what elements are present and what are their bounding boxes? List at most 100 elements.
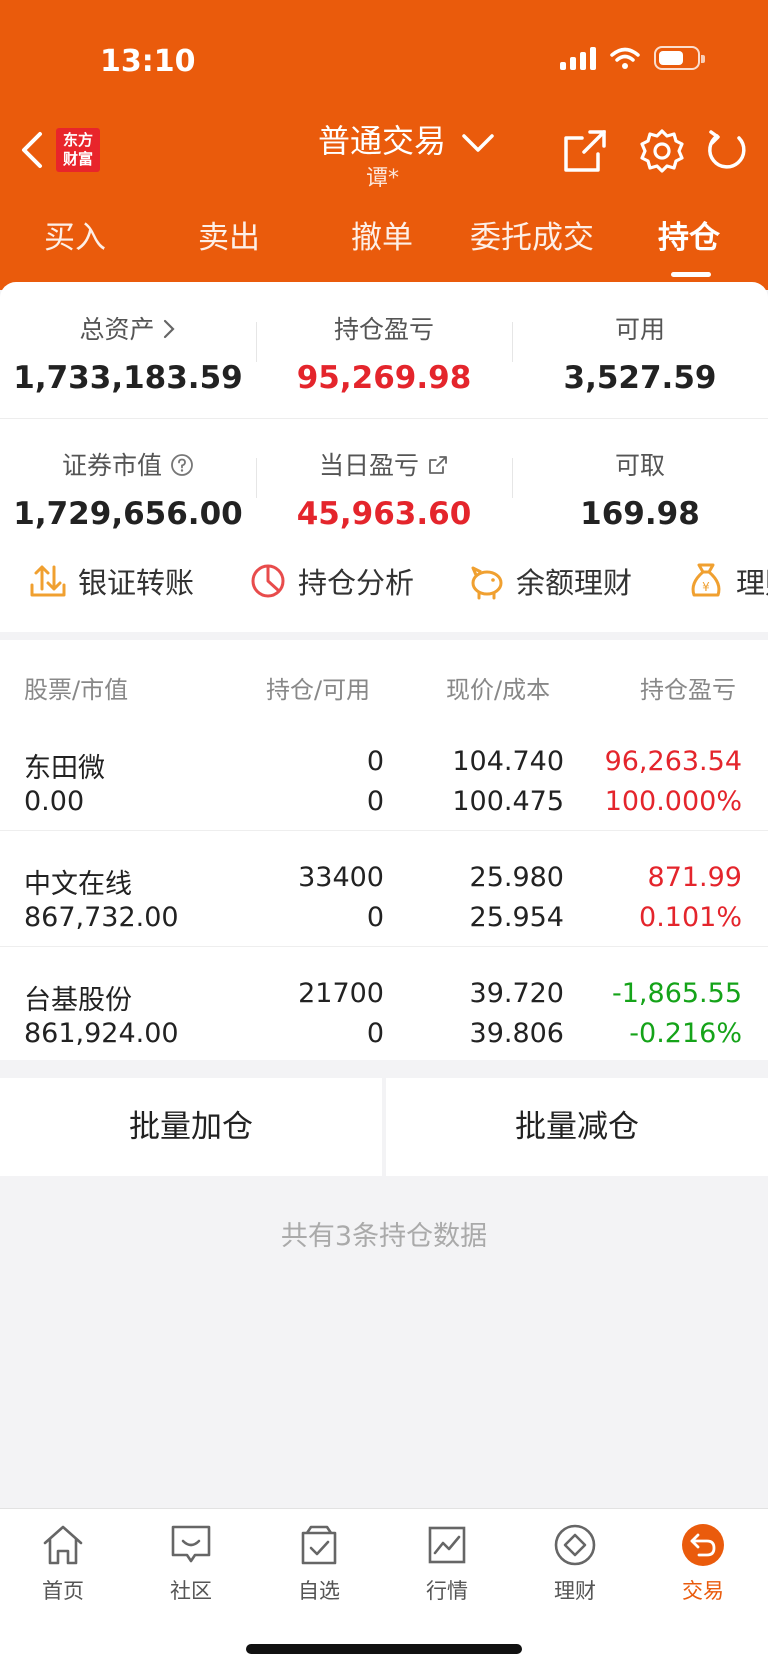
account-selector[interactable]: 普通交易 谭*: [300, 116, 494, 191]
position-pnl-label: 持仓盈亏: [333, 315, 434, 344]
tab-sell[interactable]: 卖出: [198, 212, 260, 257]
wifi-icon: [610, 47, 640, 69]
stock-price: 39.720: [469, 978, 564, 1009]
trade-icon: [682, 1524, 724, 1566]
transfer-icon: [30, 565, 66, 597]
tab-cancel[interactable]: 撤单: [351, 212, 413, 257]
brand-logo[interactable]: 东方财富: [56, 128, 100, 172]
chevron-right-icon: [164, 319, 176, 339]
table-row[interactable]: 台基股份 861,924.00 21700 0 39.720 39.806 -1…: [0, 968, 768, 1084]
stock-price: 25.980: [469, 862, 564, 893]
nav-home[interactable]: 首页: [13, 1521, 113, 1605]
available-cell: 可用 3,527.59: [512, 310, 768, 396]
page-title: 普通交易: [318, 122, 447, 160]
stock-market-value: 867,732.00: [24, 902, 179, 933]
account-name: 谭*: [366, 166, 400, 191]
stock-name: 中文在线: [24, 869, 132, 900]
daily-pnl-label: 当日盈亏: [319, 451, 420, 480]
quick-action-balance-wealth[interactable]: 余额理财: [466, 560, 632, 602]
stock-market-value: 0.00: [24, 786, 85, 817]
divider: [0, 830, 768, 831]
stock-pnl: -1,865.55: [612, 978, 742, 1009]
holdings-table: 股票/市值 持仓/可用 现价/成本 持仓盈亏 东田微 0.00 0 0 104.…: [0, 640, 768, 1060]
daily-pnl-cell[interactable]: 当日盈亏 45,963.60: [256, 446, 512, 532]
withdrawable-value: 169.98: [580, 496, 700, 532]
available-value: 3,527.59: [563, 360, 717, 396]
position-pnl-value: 95,269.98: [296, 360, 472, 396]
stock-available: 0: [366, 786, 384, 817]
market-value-value: 1,729,656.00: [13, 496, 243, 532]
pie-chart-icon: [251, 564, 285, 598]
battery-icon: [654, 46, 705, 70]
stock-market-value: 861,924.00: [24, 1018, 179, 1049]
market-value-label: 证券市值: [62, 451, 163, 480]
market-chart-icon: [428, 1526, 466, 1564]
market-value-cell: 证券市值 1,729,656.00: [0, 446, 256, 532]
column-header-price: 现价/成本: [446, 676, 551, 704]
quick-action-bank-transfer[interactable]: 银证转账: [28, 560, 194, 602]
column-header-stock: 股票/市值: [24, 676, 129, 704]
table-row[interactable]: 东田微 0.00 0 0 104.740 100.475 96,263.54 1…: [0, 736, 768, 852]
help-icon[interactable]: [170, 453, 194, 477]
stock-cost: 100.475: [452, 786, 564, 817]
total-assets-cell[interactable]: 总资产 1,733,183.59: [0, 310, 256, 396]
stock-pnl: 96,263.54: [604, 746, 742, 777]
column-header-pnl: 持仓盈亏: [640, 676, 736, 704]
quick-action-label: 银证转账: [78, 566, 195, 600]
stock-pnl-pct: -0.216%: [629, 1018, 742, 1049]
watchlist-icon: [301, 1525, 337, 1565]
stock-pnl-pct: 100.000%: [604, 786, 742, 817]
stock-available: 0: [366, 1018, 384, 1049]
quick-action-label: 持仓分析: [298, 566, 415, 600]
gear-icon[interactable]: [639, 128, 685, 174]
total-assets-label: 总资产: [79, 315, 155, 344]
wealth-icon: [554, 1524, 596, 1566]
quick-action-label: 理财: [736, 566, 768, 600]
share-icon[interactable]: [562, 128, 608, 174]
total-assets-value: 1,733,183.59: [13, 360, 243, 396]
divider: [0, 946, 768, 947]
holdings-count-text: 共有3条持仓数据: [280, 1221, 488, 1252]
batch-add-button[interactable]: 批量加仓: [0, 1078, 382, 1176]
stock-position: 21700: [298, 978, 384, 1009]
refresh-icon[interactable]: [703, 128, 749, 174]
daily-pnl-value: 45,963.60: [296, 496, 472, 532]
quick-action-label: 余额理财: [516, 566, 633, 600]
withdrawable-label: 可取: [614, 451, 665, 480]
stock-cost: 39.806: [469, 1018, 564, 1049]
stock-name: 台基股份: [24, 985, 132, 1016]
trade-tabs: 买入 卖出 撤单 委托成交 持仓: [0, 212, 768, 282]
app-header: 13:10 东方财富 普通交易 谭* 买入 卖出 撤单 委托成交 持仓: [0, 0, 768, 290]
tab-buy[interactable]: 买入: [44, 212, 106, 257]
piggy-bank-icon: [471, 566, 503, 600]
quick-actions: 银证转账 持仓分析 余额理财 ¥ 理财: [0, 560, 768, 620]
batch-reduce-button[interactable]: 批量减仓: [386, 1078, 768, 1176]
money-bag-icon: ¥: [691, 563, 721, 597]
external-link-icon: [429, 456, 447, 474]
stock-pnl-pct: 0.101%: [639, 902, 742, 933]
tab-holdings[interactable]: 持仓: [658, 212, 720, 257]
back-arrow-icon[interactable]: [18, 128, 48, 172]
quick-action-position-analysis[interactable]: 持仓分析: [248, 560, 414, 602]
home-icon: [43, 1525, 83, 1565]
available-label: 可用: [614, 315, 665, 344]
stock-cost: 25.954: [469, 902, 564, 933]
stock-pnl: 871.99: [647, 862, 742, 893]
home-indicator[interactable]: [246, 1644, 522, 1654]
svg-text:¥: ¥: [702, 580, 710, 594]
quick-action-wealth[interactable]: ¥ 理财: [686, 560, 768, 602]
nav-wealth[interactable]: 理财: [525, 1521, 625, 1605]
stock-available: 0: [366, 902, 384, 933]
nav-trade[interactable]: 交易: [653, 1521, 753, 1605]
nav-market[interactable]: 行情: [397, 1521, 497, 1605]
tab-orders[interactable]: 委托成交: [470, 212, 594, 257]
stock-name: 东田微: [24, 753, 105, 784]
nav-watchlist[interactable]: 自选: [269, 1521, 369, 1605]
status-icons: [560, 46, 705, 70]
column-header-position: 持仓/可用: [266, 676, 371, 704]
table-row[interactable]: 中文在线 867,732.00 33400 0 25.980 25.954 87…: [0, 852, 768, 968]
stock-price: 104.740: [452, 746, 564, 777]
stock-position: 33400: [298, 862, 384, 893]
withdrawable-cell: 可取 169.98: [512, 446, 768, 532]
nav-community[interactable]: 社区: [141, 1521, 241, 1605]
